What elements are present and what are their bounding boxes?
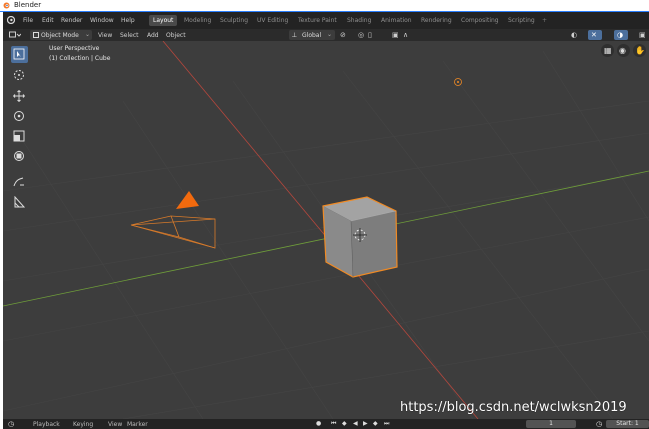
- prev-keyframe-icon[interactable]: ◆: [342, 420, 347, 427]
- orientation-icon: ⟂: [292, 31, 297, 39]
- x-axis-line: [162, 41, 479, 419]
- chevron-down-icon: ⌄: [85, 31, 91, 38]
- clock-icon[interactable]: ◷: [8, 420, 14, 428]
- snap-target-icon[interactable]: ▯: [368, 30, 372, 40]
- scale-tool-button[interactable]: [11, 128, 28, 145]
- menu-add[interactable]: Add: [147, 32, 159, 39]
- tab-texture-paint[interactable]: Texture Paint: [298, 15, 337, 26]
- annotate-tool-button[interactable]: [11, 174, 28, 191]
- orientation-label: Global: [302, 32, 322, 39]
- toggle-grid-view-button[interactable]: ▦: [601, 44, 614, 57]
- start-label: Start:: [616, 420, 633, 427]
- tab-scripting[interactable]: Scripting: [508, 15, 535, 26]
- target-cursor-icon: [14, 70, 24, 80]
- object-mode-icon: [33, 32, 39, 38]
- measure-tool-button[interactable]: [11, 194, 28, 211]
- menu-keying[interactable]: Keying: [73, 421, 93, 428]
- camera-icon: ◉: [619, 46, 626, 55]
- scale-icon: [13, 130, 25, 142]
- blender-logo-icon: [3, 2, 10, 9]
- next-keyframe-icon[interactable]: ◆: [373, 420, 378, 427]
- menu-timeline-view[interactable]: View: [108, 421, 122, 428]
- camera-view-button[interactable]: ◉: [617, 44, 630, 57]
- jump-start-icon[interactable]: ⏮: [331, 420, 336, 428]
- menu-object[interactable]: Object: [166, 32, 186, 39]
- orientation-dropdown[interactable]: ⟂ Global ⌄: [289, 30, 335, 40]
- current-frame-field[interactable]: 1: [526, 420, 576, 428]
- top-menu-bar: File Edit Render Window Help Layout Mode…: [3, 12, 649, 29]
- move-icon: [13, 90, 25, 102]
- mode-dropdown[interactable]: Object Mode ⌄: [30, 30, 92, 40]
- gizmo-icon: ✕: [591, 31, 597, 39]
- tab-modeling[interactable]: Modeling: [184, 15, 211, 26]
- tab-rendering[interactable]: Rendering: [421, 15, 452, 26]
- view-name-label: User Perspective: [49, 45, 100, 52]
- xray-icon[interactable]: ▣: [639, 30, 646, 40]
- rotate-icon: [14, 111, 24, 121]
- blender-window: File Edit Render Window Help Layout Mode…: [3, 12, 649, 429]
- menu-view[interactable]: View: [98, 32, 112, 39]
- stopwatch-icon: ◷: [596, 420, 603, 428]
- timeline-header: ◷ Playback Keying View Marker ● ⏮ ◆ ◀ ▶ …: [3, 419, 649, 429]
- window-title: Blender: [14, 1, 42, 9]
- visibility-icon[interactable]: ◐: [571, 30, 577, 40]
- tab-sculpting[interactable]: Sculpting: [220, 15, 248, 26]
- overlay-toggle-button[interactable]: ◑: [614, 30, 628, 40]
- snap-icon[interactable]: ◎: [358, 30, 364, 40]
- measure-icon: [14, 196, 25, 208]
- menu-playback[interactable]: Playback: [33, 421, 60, 428]
- overlay-icon: ◑: [617, 31, 624, 39]
- play-reverse-icon[interactable]: ◀: [353, 420, 358, 427]
- blender-menu-icon[interactable]: [7, 16, 15, 24]
- play-icon[interactable]: ▶: [363, 420, 368, 427]
- start-frame-field[interactable]: Start: 1: [606, 420, 649, 428]
- editor-type-icon[interactable]: [9, 31, 21, 39]
- add-workspace-button[interactable]: +: [542, 15, 547, 26]
- menu-edit[interactable]: Edit: [42, 17, 54, 24]
- 3d-viewport[interactable]: User Perspective (1) Collection | Cube ▦…: [3, 41, 649, 419]
- menu-select[interactable]: Select: [120, 32, 139, 39]
- transform-icon: [14, 151, 24, 161]
- collection-label: (1) Collection | Cube: [49, 55, 111, 62]
- viewport-scene: [3, 41, 649, 419]
- jump-end-icon[interactable]: ⏭: [384, 420, 389, 428]
- grid-icon: ▦: [604, 46, 612, 55]
- light-object[interactable]: [454, 78, 462, 86]
- move-tool-button[interactable]: [11, 88, 28, 105]
- proportional-edit-icon[interactable]: ▣: [392, 30, 399, 40]
- chevron-down-icon: ⌄: [327, 31, 333, 38]
- hand-icon: ✋: [635, 46, 645, 55]
- tab-uv-editing[interactable]: UV Editing: [257, 15, 288, 26]
- tab-shading[interactable]: Shading: [347, 15, 371, 26]
- viewport-header: Object Mode ⌄ View Select Add Object ⟂ G…: [3, 29, 649, 41]
- tab-compositing[interactable]: Compositing: [461, 15, 499, 26]
- menu-file[interactable]: File: [23, 17, 33, 24]
- window-titlebar: Blender: [0, 0, 649, 11]
- watermark-text: https://blog.csdn.net/wclwksn2019: [400, 400, 627, 415]
- record-icon[interactable]: ●: [316, 420, 321, 427]
- mode-label: Object Mode: [41, 32, 79, 39]
- rotate-tool-button[interactable]: [11, 108, 28, 125]
- annotate-icon: [13, 177, 24, 187]
- transform-tool-button[interactable]: [11, 148, 28, 165]
- falloff-icon[interactable]: ∧: [403, 30, 408, 40]
- gizmo-toggle-button[interactable]: ✕: [588, 30, 602, 40]
- cursor-icon: [13, 48, 25, 60]
- menu-marker[interactable]: Marker: [127, 421, 148, 428]
- select-tool-button[interactable]: [11, 46, 28, 63]
- start-value: 1: [634, 420, 639, 427]
- cursor-tool-button[interactable]: [11, 67, 28, 84]
- pan-view-button[interactable]: ✋: [633, 44, 646, 57]
- camera-up-triangle-icon: [176, 191, 199, 209]
- menu-render[interactable]: Render: [61, 17, 82, 24]
- menu-window[interactable]: Window: [90, 17, 114, 24]
- menu-help[interactable]: Help: [121, 17, 135, 24]
- pivot-icon[interactable]: ⊘: [340, 30, 346, 40]
- tab-layout[interactable]: Layout: [149, 15, 178, 26]
- tab-animation[interactable]: Animation: [381, 15, 412, 26]
